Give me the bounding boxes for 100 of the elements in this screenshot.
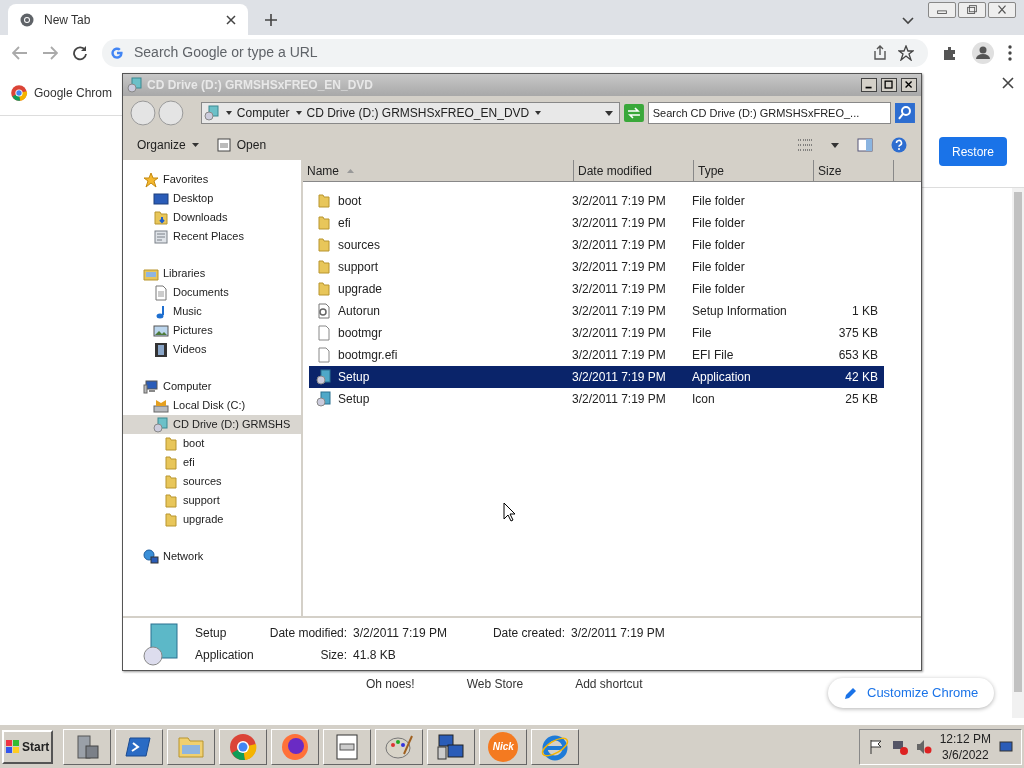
taskbar-button[interactable] [219, 728, 268, 765]
breadcrumb-item[interactable]: CD Drive (D:) GRMSHSxFREO_EN_DVD [306, 104, 530, 122]
file-row[interactable]: bootmgr 3/2/2011 7:19 PM File 375 KB [309, 322, 884, 344]
file-row[interactable]: upgrade 3/2/2011 7:19 PM File folder [309, 278, 884, 300]
shortcut-label[interactable]: Oh noes! [366, 675, 415, 693]
nav-item[interactable]: Libraries [123, 264, 301, 283]
file-row[interactable]: support 3/2/2011 7:19 PM File folder [309, 256, 884, 278]
share-icon[interactable] [872, 44, 888, 61]
preview-pane-icon[interactable] [857, 138, 873, 152]
network-error-icon[interactable] [891, 738, 908, 755]
search-field[interactable]: Search CD Drive (D:) GRMSHSxFREO_... [647, 102, 892, 124]
nav-item[interactable]: Videos [123, 340, 301, 359]
folder-icon [163, 511, 179, 528]
more-menu-icon[interactable] [1008, 44, 1012, 61]
nav-item[interactable]: Desktop [123, 189, 301, 208]
shortcut-label[interactable]: Add shortcut [575, 675, 643, 693]
nav-item[interactable]: support [123, 491, 301, 510]
column-header[interactable]: Size [814, 160, 894, 181]
details-value: 41.8 KB [353, 647, 397, 664]
date-cell-text: 3/2/2011 7:19 PM [571, 193, 667, 210]
nav-item[interactable]: Local Disk (C:) [123, 396, 301, 415]
puzzle-piece-icon[interactable] [942, 44, 958, 61]
nav-item[interactable]: Recent Places [123, 227, 301, 246]
help-icon[interactable] [891, 137, 907, 153]
search-icon[interactable] [895, 103, 915, 123]
type-cell-text: EFI File [691, 347, 735, 364]
nav-item[interactable]: Network [123, 547, 301, 566]
caret-icon[interactable] [535, 111, 542, 115]
maximize-icon[interactable] [881, 78, 897, 92]
toolbar-button[interactable]: Open [216, 136, 267, 154]
nav-item[interactable]: efi [123, 453, 301, 472]
star-icon[interactable] [898, 44, 914, 61]
nav-item[interactable]: Favorites [123, 170, 301, 189]
column-header[interactable]: Type [694, 160, 814, 181]
clock-date[interactable]: 3/6/2022 [941, 746, 989, 763]
caret-icon[interactable] [225, 111, 232, 115]
taskbar-button[interactable] [115, 728, 164, 765]
nav-item[interactable]: Downloads [123, 208, 301, 227]
taskbar-button[interactable] [531, 728, 580, 765]
restore-icon[interactable] [958, 2, 986, 18]
file-row[interactable]: Autorun 3/2/2011 7:19 PM Setup Information 1 KB [309, 300, 884, 322]
close-icon[interactable] [226, 14, 236, 25]
minimize-icon[interactable] [861, 78, 877, 92]
folder-icon [316, 281, 332, 297]
file-row[interactable]: efi 3/2/2011 7:19 PM File folder [309, 212, 884, 234]
size-cell-text: 42 KB [845, 369, 878, 386]
file-row[interactable]: sources 3/2/2011 7:19 PM File folder [309, 234, 884, 256]
file-row[interactable]: Setup 3/2/2011 7:19 PM Icon 25 KB [309, 388, 884, 410]
address-bar[interactable]: Computer CD Drive (D:) GRMSHSxFREO_EN_DVD [200, 102, 620, 124]
folder-icon [163, 492, 179, 509]
taskbar-button[interactable] [63, 728, 112, 765]
shortcut-label[interactable]: Web Store [466, 675, 524, 693]
nav-item[interactable]: sources [123, 472, 301, 491]
breadcrumb-item[interactable]: Computer [236, 104, 290, 122]
clock-time[interactable]: 12:12 PM [939, 730, 991, 747]
recent-places-icon [153, 228, 169, 245]
nav-item[interactable]: upgrade [123, 510, 301, 529]
omnibox[interactable]: Search Google or type a URL [102, 38, 928, 67]
chevron-down-icon[interactable] [902, 17, 914, 25]
taskbar-button[interactable] [271, 728, 320, 765]
close-icon[interactable] [1002, 77, 1014, 89]
caret-icon[interactable] [295, 111, 302, 115]
column-header[interactable]: Date modified [574, 160, 694, 181]
nav-item[interactable]: CD Drive (D:) GRMSHS [123, 415, 301, 434]
nav-item[interactable]: Pictures [123, 321, 301, 340]
taskbar-button[interactable] [375, 728, 424, 765]
nav-item[interactable]: Documents [123, 283, 301, 302]
start-button[interactable]: Start [2, 729, 54, 764]
folder-icon [316, 193, 332, 209]
bookmark-item[interactable]: Google Chrom [10, 83, 113, 102]
new-tab-icon[interactable] [264, 13, 278, 27]
show-desktop-icon[interactable] [999, 740, 1013, 753]
refresh-icon[interactable] [623, 104, 644, 122]
restore-button[interactable]: Restore [939, 137, 1007, 166]
customize-chrome-button[interactable]: Customize Chrome [828, 678, 995, 708]
reload-icon[interactable] [72, 44, 88, 61]
dropdown-caret-icon[interactable] [604, 110, 613, 116]
file-row[interactable]: Setup 3/2/2011 7:19 PM Application 42 KB [309, 366, 884, 388]
toolbar-button[interactable]: Organize [137, 136, 199, 154]
nav-item[interactable]: boot [123, 434, 301, 453]
profile-avatar-icon[interactable] [972, 41, 994, 64]
minimize-icon[interactable] [928, 2, 956, 18]
nav-item[interactable]: Computer [123, 377, 301, 396]
speaker-muted-icon[interactable] [915, 738, 932, 755]
setup-icon [316, 391, 332, 407]
desktop-icon [153, 190, 169, 207]
view-list-icon[interactable] [797, 138, 813, 152]
taskbar-button[interactable] [323, 728, 372, 765]
browser-tab[interactable]: New Tab [8, 4, 248, 35]
file-row[interactable]: boot 3/2/2011 7:19 PM File folder [309, 190, 884, 212]
close-icon[interactable] [901, 78, 917, 92]
taskbar-button[interactable] [427, 728, 476, 765]
date-cell-text: 3/2/2011 7:19 PM [571, 215, 667, 232]
file-row[interactable]: bootmgr.efi 3/2/2011 7:19 PM EFI File 653 KB [309, 344, 884, 366]
taskbar-button[interactable] [167, 728, 216, 765]
caret-icon[interactable] [831, 142, 839, 148]
flag-icon[interactable] [867, 738, 884, 755]
nav-item[interactable]: Music [123, 302, 301, 321]
column-header[interactable]: Name [303, 160, 574, 181]
cd-drive-icon [153, 416, 169, 433]
